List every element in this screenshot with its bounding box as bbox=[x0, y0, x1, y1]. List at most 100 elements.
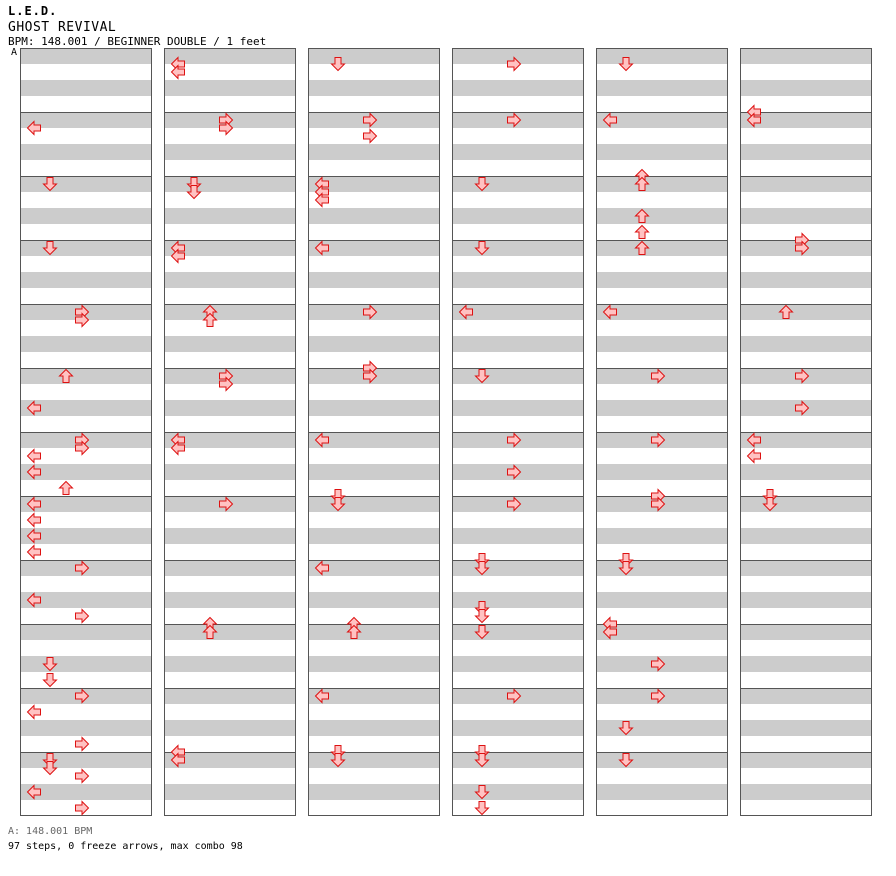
beat-stripe bbox=[452, 272, 584, 288]
beat-stripe bbox=[20, 48, 152, 64]
beat-stripe bbox=[452, 240, 584, 256]
beat-stripe bbox=[164, 464, 296, 480]
beat-stripe bbox=[596, 528, 728, 544]
beat-stripe bbox=[308, 336, 440, 352]
beat-stripe bbox=[452, 656, 584, 672]
beat-stripe bbox=[308, 720, 440, 736]
beat-stripe bbox=[20, 272, 152, 288]
beat-stripe bbox=[20, 656, 152, 672]
beat-stripe bbox=[20, 80, 152, 96]
arrow-down-icon bbox=[474, 801, 490, 816]
beat-stripe bbox=[164, 560, 296, 576]
beat-stripe bbox=[740, 592, 872, 608]
beat-stripe bbox=[596, 208, 728, 224]
arrow-down-icon bbox=[474, 609, 490, 624]
beat-stripe bbox=[740, 784, 872, 800]
beat-stripe bbox=[452, 176, 584, 192]
beat-stripe bbox=[308, 592, 440, 608]
beat-stripe bbox=[596, 240, 728, 256]
beat-stripe bbox=[308, 496, 440, 512]
beat-stripe bbox=[164, 400, 296, 416]
beat-stripe bbox=[740, 656, 872, 672]
arrow-right-icon bbox=[363, 128, 378, 144]
beat-stripe bbox=[740, 144, 872, 160]
beat-stripe bbox=[452, 752, 584, 768]
beat-stripe bbox=[596, 400, 728, 416]
beat-stripe bbox=[164, 208, 296, 224]
beat-stripe bbox=[308, 80, 440, 96]
beat-stripe bbox=[20, 720, 152, 736]
arrow-up-icon bbox=[58, 480, 74, 495]
beat-stripe bbox=[308, 784, 440, 800]
beat-stripe bbox=[452, 400, 584, 416]
beat-stripe bbox=[596, 176, 728, 192]
beat-stripe bbox=[164, 720, 296, 736]
beat-stripe bbox=[20, 176, 152, 192]
beat-stripe bbox=[164, 592, 296, 608]
chart-column bbox=[308, 48, 440, 816]
beat-stripe bbox=[452, 528, 584, 544]
beat-stripe bbox=[164, 624, 296, 640]
arrow-left-icon bbox=[26, 512, 41, 528]
step-chart bbox=[20, 48, 872, 816]
beat-stripe bbox=[308, 656, 440, 672]
beat-stripe bbox=[20, 208, 152, 224]
beat-stripe bbox=[596, 592, 728, 608]
chart-column bbox=[740, 48, 872, 816]
beat-stripe bbox=[740, 176, 872, 192]
beat-stripe bbox=[20, 240, 152, 256]
beat-stripe bbox=[740, 720, 872, 736]
beat-stripe bbox=[452, 208, 584, 224]
beat-stripe bbox=[308, 528, 440, 544]
beat-stripe bbox=[164, 80, 296, 96]
arrow-left-icon bbox=[26, 704, 41, 720]
beat-stripe bbox=[164, 336, 296, 352]
beat-stripe bbox=[740, 528, 872, 544]
beat-stripe bbox=[452, 336, 584, 352]
beat-stripe bbox=[20, 624, 152, 640]
arrow-right-icon bbox=[75, 736, 90, 752]
beat-stripe bbox=[164, 784, 296, 800]
arrow-up-icon bbox=[634, 224, 650, 239]
beat-stripe bbox=[596, 80, 728, 96]
beat-stripe bbox=[452, 784, 584, 800]
beat-stripe bbox=[740, 560, 872, 576]
footer-bpm-info: A: 148.001 BPM bbox=[8, 826, 93, 837]
chart-column bbox=[20, 48, 152, 816]
beat-stripe bbox=[308, 624, 440, 640]
chart-column bbox=[164, 48, 296, 816]
arrow-right-icon bbox=[75, 768, 90, 784]
beat-stripe bbox=[308, 48, 440, 64]
beat-stripe bbox=[740, 464, 872, 480]
beat-stripe bbox=[164, 304, 296, 320]
beat-stripe bbox=[740, 304, 872, 320]
beat-stripe bbox=[452, 560, 584, 576]
beat-stripe bbox=[452, 720, 584, 736]
arrow-right-icon bbox=[75, 608, 90, 624]
beat-stripe bbox=[740, 624, 872, 640]
beat-stripe bbox=[20, 144, 152, 160]
beat-stripe bbox=[740, 496, 872, 512]
beat-stripe bbox=[452, 368, 584, 384]
beat-stripe bbox=[740, 208, 872, 224]
arrow-down-icon bbox=[42, 673, 58, 688]
beat-stripe bbox=[452, 624, 584, 640]
chart-column bbox=[452, 48, 584, 816]
beat-stripe bbox=[164, 176, 296, 192]
beat-stripe bbox=[452, 80, 584, 96]
beat-stripe bbox=[596, 48, 728, 64]
beat-stripe bbox=[596, 784, 728, 800]
beat-stripe bbox=[308, 400, 440, 416]
beat-stripe bbox=[740, 48, 872, 64]
beat-stripe bbox=[164, 656, 296, 672]
beat-stripe bbox=[20, 368, 152, 384]
beat-stripe bbox=[596, 560, 728, 576]
beat-stripe bbox=[596, 752, 728, 768]
beat-stripe bbox=[308, 272, 440, 288]
beat-stripe bbox=[452, 592, 584, 608]
chart-column bbox=[596, 48, 728, 816]
beat-stripe bbox=[308, 752, 440, 768]
beat-stripe bbox=[164, 272, 296, 288]
beat-stripe bbox=[596, 720, 728, 736]
beat-stripe bbox=[596, 336, 728, 352]
